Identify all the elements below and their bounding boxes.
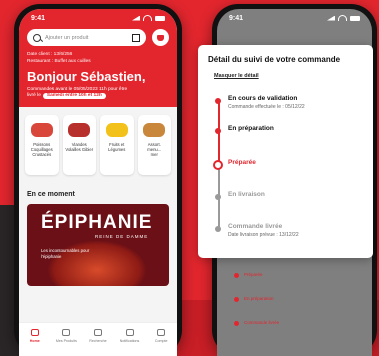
cart-button[interactable] xyxy=(152,29,169,46)
promo-banner[interactable]: ÉPIPHANIE REINE DE DAMME Les incontourna… xyxy=(27,204,169,286)
nav-item[interactable]: Recherche xyxy=(85,329,111,343)
step-title: En cours de validation xyxy=(228,95,298,102)
category-list: Poissons Coquillages Crustacés Viandes Vo… xyxy=(19,107,177,175)
category-image xyxy=(30,123,53,137)
nav-item[interactable]: Notifications xyxy=(117,329,143,343)
category-label: Poissons Coquillages Crustacés xyxy=(30,142,53,157)
background-step-dot xyxy=(234,321,239,326)
step-title: Commande livrée xyxy=(228,223,283,230)
search-input[interactable]: Ajouter un produit xyxy=(27,29,146,46)
meta-restaurant: Restaurant : Buffet aux cuilles xyxy=(27,58,91,64)
background-step-dot xyxy=(234,297,239,302)
background-step-label: En préparation xyxy=(244,296,274,301)
timeline-dot xyxy=(213,160,223,170)
timeline-dot xyxy=(215,194,221,200)
step-title: Préparée xyxy=(228,159,256,166)
bottom-nav: Home Mes Produits Recherche Notifications Co… xyxy=(19,322,177,356)
phone-home-screen: 9:41 Ajouter un produit Date client: 13… xyxy=(14,4,182,356)
timeline-dot xyxy=(215,98,221,104)
banner-subtitle: REINE DE DAMME xyxy=(95,234,149,239)
banner-title: ÉPIPHANIE xyxy=(41,212,153,233)
order-deadline: Commandes avant le 05/05/2023 11h pour ê… xyxy=(27,87,169,99)
search-row: Ajouter un produit xyxy=(27,29,169,46)
category-card[interactable]: Fruits et Légumes xyxy=(100,115,134,175)
timeline-dot xyxy=(215,226,221,232)
timeline-line xyxy=(218,101,220,131)
status-bar: 9:41 xyxy=(27,9,169,27)
hide-detail-link[interactable]: Masquer le détail xyxy=(214,73,259,79)
status-time-right: 9:41 xyxy=(229,14,244,22)
delivery-slot-badge[interactable]: Samedi entre 10h et 12h xyxy=(42,93,106,99)
barcode-scan-icon[interactable] xyxy=(132,33,140,42)
delivery-prefix: livré le xyxy=(27,93,41,98)
category-image xyxy=(143,123,166,137)
step-subtitle: Date livraison prévue : 13/12/22 xyxy=(228,232,299,238)
nav-label: Mes Produits xyxy=(55,339,77,343)
background-step-dot xyxy=(234,273,239,278)
home-header: 9:41 Ajouter un produit Date client: 13… xyxy=(19,9,177,107)
signal-icon xyxy=(327,15,335,21)
status-icons xyxy=(132,15,165,21)
status-time: 9:41 xyxy=(31,14,46,22)
tracking-detail-card: Détail du suivi de votre commande Masque… xyxy=(198,45,373,258)
category-label: Assort. menu... mer xyxy=(147,142,162,157)
timeline-dot xyxy=(215,128,221,134)
status-icons-right xyxy=(327,15,360,21)
search-placeholder: Ajouter un produit xyxy=(45,34,89,41)
nav-icon xyxy=(62,329,71,336)
timeline-line xyxy=(218,197,220,229)
nav-item[interactable]: Compte xyxy=(148,329,174,343)
nav-item[interactable]: Mes Produits xyxy=(53,329,79,343)
section-title: En ce moment xyxy=(27,191,75,198)
category-card[interactable]: Assort. menu... mer xyxy=(137,115,171,175)
banner-image xyxy=(47,240,147,286)
category-label: Viandes Volailles Gibier xyxy=(65,142,94,152)
nav-icon xyxy=(157,329,166,336)
card-title: Détail du suivi de votre commande xyxy=(208,55,341,64)
banner-description: Les incontournables pour l'épiphanie xyxy=(41,248,90,259)
wifi-icon xyxy=(338,15,347,21)
step-subtitle: Commande effectuée le : 05/12/22 xyxy=(228,104,305,110)
background-step-label: Préparée xyxy=(244,272,263,277)
home-screen: 9:41 Ajouter un produit Date client: 13… xyxy=(19,9,177,356)
nav-label: Recherche xyxy=(89,339,107,343)
nav-label: Home xyxy=(29,339,40,343)
greeting: Bonjour Sébastien, xyxy=(27,69,146,84)
category-card[interactable]: Viandes Volailles Gibier xyxy=(62,115,96,175)
background-step-label: Commande livrée xyxy=(244,320,280,325)
signal-icon xyxy=(132,15,140,21)
category-card[interactable]: Poissons Coquillages Crustacés xyxy=(25,115,59,175)
category-image xyxy=(68,123,91,137)
nav-label: Compte xyxy=(154,339,168,343)
nav-icon xyxy=(30,329,39,336)
nav-item[interactable]: Home xyxy=(22,329,48,343)
battery-icon xyxy=(155,15,165,21)
nav-label: Notifications xyxy=(119,339,140,343)
step-title: En livraison xyxy=(228,191,265,198)
account-meta: Date client : 13/6/256 Restaurant : Buff… xyxy=(27,52,169,65)
nav-icon xyxy=(93,329,102,336)
battery-icon xyxy=(350,15,360,21)
wifi-icon xyxy=(143,15,152,21)
nav-icon xyxy=(125,329,134,336)
basket-icon xyxy=(157,34,164,41)
search-icon xyxy=(33,33,41,42)
step-title: En préparation xyxy=(228,125,274,132)
category-image xyxy=(105,123,128,137)
status-bar-right: 9:41 xyxy=(217,9,372,27)
category-label: Fruits et Légumes xyxy=(108,142,126,152)
